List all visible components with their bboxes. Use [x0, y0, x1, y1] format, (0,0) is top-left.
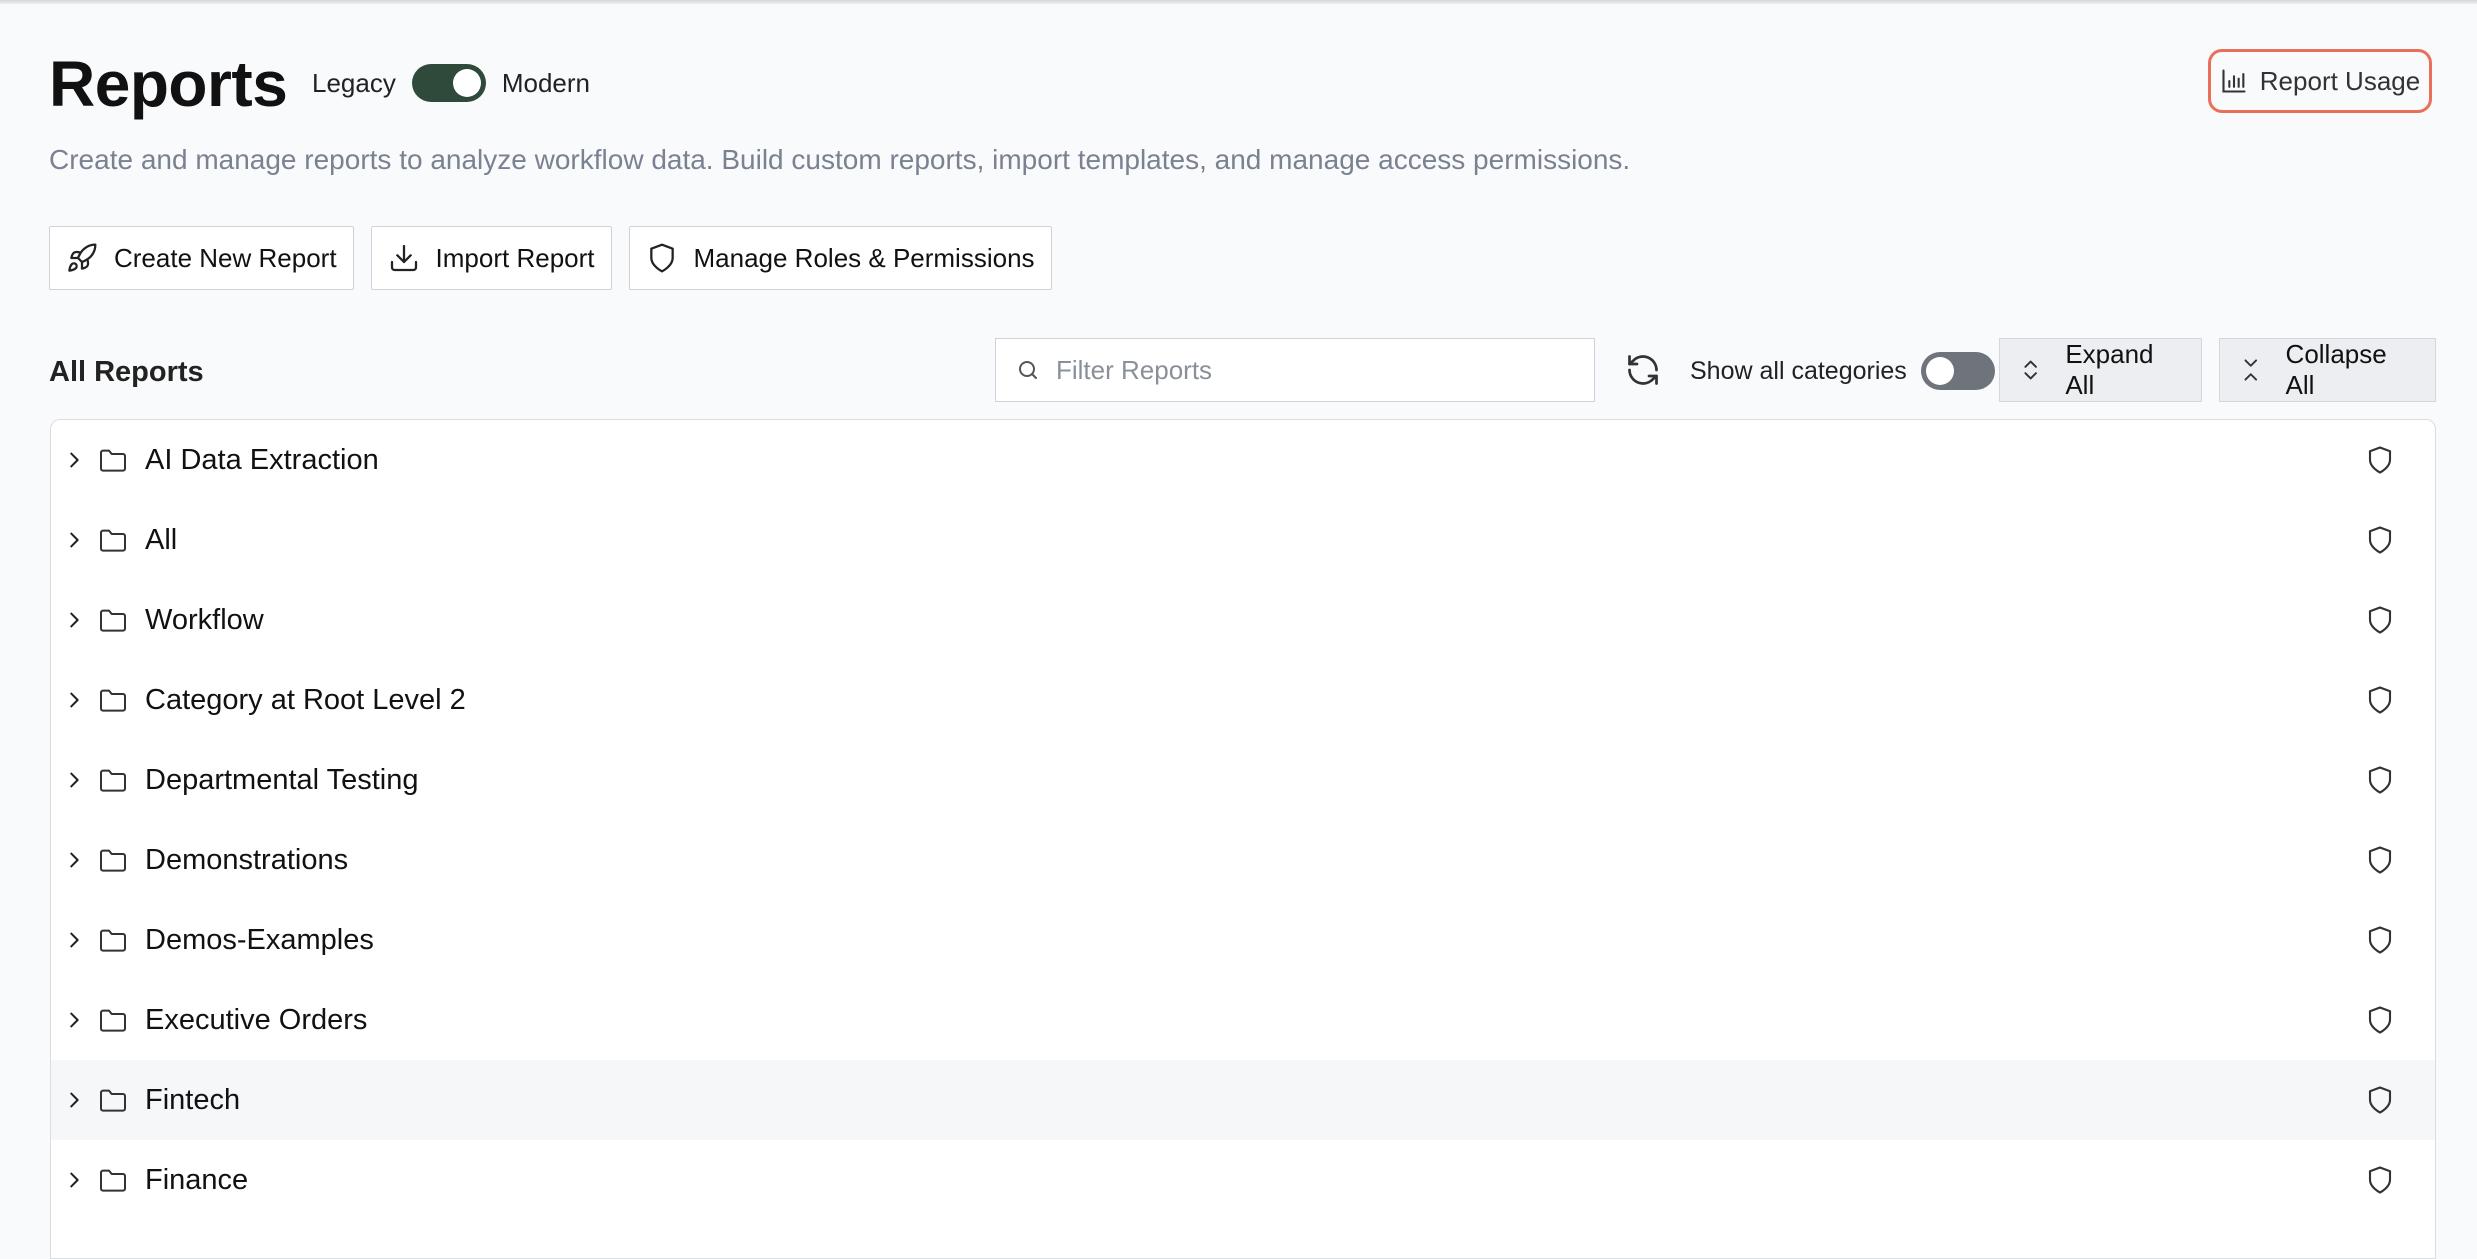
chevron-right-icon[interactable]: [63, 529, 85, 551]
category-label: Departmental Testing: [145, 763, 419, 796]
collapse-all-button[interactable]: Collapse All: [2219, 338, 2436, 402]
category-label: AI Data Extraction: [145, 443, 379, 476]
download-icon: [390, 244, 417, 272]
category-row-8[interactable]: Fintech: [51, 1060, 2435, 1140]
expand-all-button[interactable]: Expand All: [1999, 338, 2202, 402]
category-label: Executive Orders: [145, 1003, 368, 1036]
folder-icon: [100, 769, 126, 792]
category-label: All: [145, 523, 178, 556]
folder-icon: [100, 1009, 126, 1032]
category-label: Workflow: [145, 603, 264, 636]
shield-icon[interactable]: [2365, 1165, 2395, 1195]
page-title: Reports: [49, 48, 288, 120]
import-report-label: Import Report: [435, 242, 595, 273]
category-row-1[interactable]: All: [51, 500, 2435, 580]
create-new-report-label: Create New Report: [114, 242, 337, 273]
folder-icon: [100, 609, 126, 632]
folder-icon: [100, 1169, 126, 1192]
chevron-right-icon[interactable]: [63, 929, 85, 951]
folder-icon: [100, 449, 126, 472]
shield-icon: [649, 243, 674, 273]
manage-roles-button[interactable]: Manage Roles & Permissions: [628, 226, 1052, 290]
category-row-4[interactable]: Departmental Testing: [51, 740, 2435, 820]
expand-all-label: Expand All: [2065, 339, 2154, 400]
category-label: Fintech: [145, 1083, 241, 1116]
chevron-right-icon[interactable]: [63, 1169, 85, 1191]
import-report-button[interactable]: Import Report: [370, 226, 612, 290]
mode-toggle[interactable]: [411, 64, 486, 102]
folder-icon: [100, 529, 126, 552]
category-row-7[interactable]: Executive Orders: [51, 980, 2435, 1060]
category-row-3[interactable]: Category at Root Level 2: [51, 660, 2435, 740]
chevrons-down-up-icon: [2244, 359, 2258, 381]
shield-icon[interactable]: [2365, 845, 2395, 875]
chevron-right-icon[interactable]: [63, 449, 85, 471]
action-bar: Create New Report Import Report Manage R…: [49, 226, 1052, 290]
category-row-5[interactable]: Demonstrations: [51, 820, 2435, 900]
shield-icon[interactable]: [2365, 525, 2395, 555]
show-all-categories-label: Show all categories: [1690, 356, 1907, 385]
folder-icon: [100, 929, 126, 952]
shield-icon[interactable]: [2365, 765, 2395, 795]
filter-reports-input[interactable]: [1056, 354, 1576, 386]
manage-roles-label: Manage Roles & Permissions: [693, 242, 1035, 273]
refresh-icon[interactable]: [1625, 352, 1661, 388]
category-row-9[interactable]: Finance: [51, 1140, 2435, 1220]
report-usage-label: Report Usage: [2259, 65, 2421, 96]
category-row-6[interactable]: Demos-Examples: [51, 900, 2435, 980]
category-label: Demos-Examples: [145, 923, 374, 956]
chevron-right-icon[interactable]: [63, 1089, 85, 1111]
search-icon: [1019, 361, 1037, 379]
category-label: Demonstrations: [145, 843, 349, 876]
folder-icon: [100, 689, 126, 712]
chevrons-up-down-icon: [2024, 360, 2037, 380]
create-new-report-button[interactable]: Create New Report: [49, 226, 354, 290]
shield-icon[interactable]: [2365, 605, 2395, 635]
shield-icon[interactable]: [2365, 445, 2395, 475]
folder-icon: [100, 849, 126, 872]
top-shadow: [0, 0, 2477, 4]
mode-legacy-label: Legacy: [312, 67, 396, 98]
mode-modern-label: Modern: [501, 67, 590, 98]
shield-icon[interactable]: [2365, 685, 2395, 715]
category-tree: AI Data Extraction All Workflow Category…: [50, 419, 2436, 1259]
category-row-0[interactable]: AI Data Extraction: [51, 420, 2435, 500]
chevron-right-icon[interactable]: [63, 1009, 85, 1031]
chevron-right-icon[interactable]: [63, 609, 85, 631]
shield-icon[interactable]: [2365, 925, 2395, 955]
shield-icon[interactable]: [2365, 1085, 2395, 1115]
all-reports-heading: All Reports: [49, 356, 204, 388]
show-all-categories: Show all categories: [1690, 352, 1995, 390]
show-all-categories-toggle[interactable]: [1920, 352, 1995, 390]
bar-chart-icon: [2222, 69, 2246, 93]
shield-icon[interactable]: [2365, 1005, 2395, 1035]
folder-icon: [100, 1089, 126, 1112]
chevron-right-icon[interactable]: [63, 769, 85, 791]
report-usage-button[interactable]: Report Usage: [2208, 49, 2432, 113]
filter-box: [995, 338, 1595, 402]
category-label: Finance: [145, 1163, 249, 1196]
collapse-all-label: Collapse All: [2285, 339, 2387, 400]
category-row-2[interactable]: Workflow: [51, 580, 2435, 660]
reports-page: Reports Legacy Modern Report Usage Creat…: [0, 0, 2477, 1259]
category-label: Category at Root Level 2: [145, 683, 466, 716]
rocket-icon: [68, 243, 97, 272]
chevron-right-icon[interactable]: [63, 849, 85, 871]
page-subtitle: Create and manage reports to analyze wor…: [49, 144, 1631, 175]
chevron-right-icon[interactable]: [63, 689, 85, 711]
mode-switch: Legacy Modern: [312, 62, 590, 104]
